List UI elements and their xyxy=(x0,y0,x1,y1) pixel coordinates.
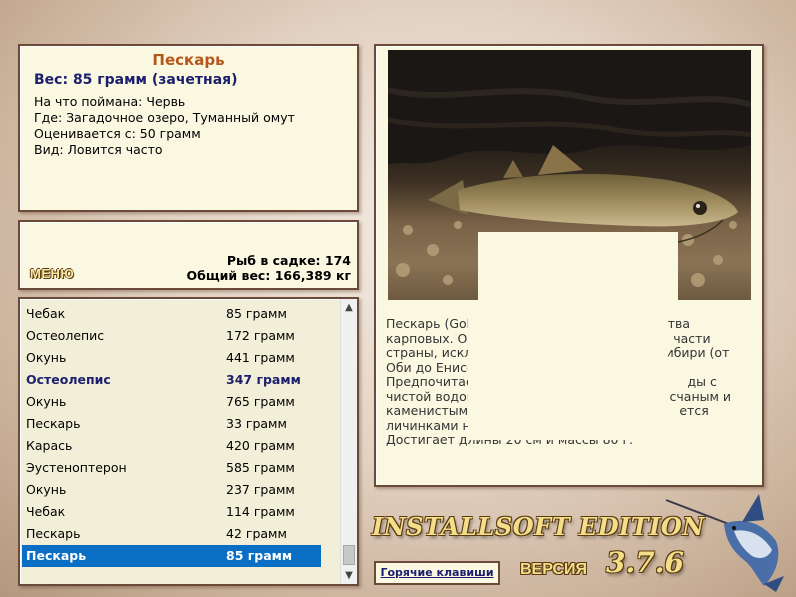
edition-logo-text: INSTALLSOFT EDITION xyxy=(372,512,705,541)
catch-rate-line: Вид: Ловится часто xyxy=(34,142,163,157)
catch-fish-name: Окунь xyxy=(26,350,67,365)
catch-list-item[interactable]: Пескарь 42 грамм xyxy=(22,523,321,545)
catch-fish-name: Пескарь xyxy=(26,526,81,541)
catch-fish-weight: 172 грамм xyxy=(226,328,295,343)
keepnet-summary-panel: МЕНЮ Рыб в садке: 174 Общий вес: 166,389… xyxy=(18,220,359,290)
catch-fish-name: Остеолепис xyxy=(26,372,111,387)
hotkeys-link[interactable]: Горячие клавиши xyxy=(374,561,500,585)
fish-photo xyxy=(388,50,751,300)
scroll-thumb[interactable] xyxy=(343,545,355,565)
catch-fish-name: Окунь xyxy=(26,394,67,409)
catch-fish-name: Окунь xyxy=(26,482,67,497)
catch-list-item[interactable]: Чебак 114 грамм xyxy=(22,501,321,523)
catch-list-item[interactable]: Чебак 85 грамм xyxy=(22,303,321,325)
catch-list-item[interactable]: Остеолепис 172 грамм xyxy=(22,325,321,347)
catch-fish-weight: 33 грамм xyxy=(226,416,287,431)
chevron-up-icon[interactable]: ▲ xyxy=(341,299,357,316)
marlin-icon xyxy=(665,494,784,592)
catch-list-scrollbar[interactable]: ▲ ▼ xyxy=(340,299,357,584)
location-line: Где: Загадочное озеро, Туманный омут xyxy=(34,110,295,125)
catch-fish-name: Чебак xyxy=(26,306,66,321)
catch-fish-name: Пескарь xyxy=(26,548,87,563)
catch-fish-weight: 585 грамм xyxy=(226,460,295,475)
catch-fish-weight: 42 грамм xyxy=(226,526,287,541)
catch-list[interactable]: Чебак 85 грамм Остеолепис 172 грамм Окунь 441… xyxy=(18,297,359,586)
catch-fish-name: Пескарь xyxy=(26,416,81,431)
catch-fish-weight: 85 грамм xyxy=(226,306,287,321)
catch-fish-weight: 420 грамм xyxy=(226,438,295,453)
bait-line: На что поймана: Червь xyxy=(34,94,186,109)
fish-detail-panel: Пескарь (Gobi ствакарповых. Обі частистр… xyxy=(374,44,764,487)
catch-list-item[interactable]: Пескарь 85 грамм xyxy=(22,545,321,567)
catch-fish-name: Остеолепис xyxy=(26,328,105,343)
fish-count: Рыб в садке: 174 xyxy=(226,253,351,268)
catch-fish-name: Карась xyxy=(26,438,73,453)
description-placeholder xyxy=(468,308,668,440)
catch-list-item[interactable]: Эустеноптерон 585 грамм xyxy=(22,457,321,479)
catch-fish-weight: 237 грамм xyxy=(226,482,295,497)
catch-fish-weight: 441 грамм xyxy=(226,350,295,365)
version-label: ВЕРСИЯ xyxy=(520,561,588,578)
catch-list-item[interactable]: Пескарь 33 грамм xyxy=(22,413,321,435)
fish-name: Пескарь xyxy=(152,51,225,69)
catch-list-item[interactable]: Окунь 237 грамм xyxy=(22,479,321,501)
catch-list-item[interactable]: Остеолепис 347 грамм xyxy=(22,369,321,391)
fish-weight: Вес: 85 грамм (зачетная) xyxy=(34,72,238,88)
chevron-down-icon[interactable]: ▼ xyxy=(341,567,357,584)
valued-from-line: Оценивается с: 50 грамм xyxy=(34,126,201,141)
catch-list-item[interactable]: Окунь 441 грамм xyxy=(22,347,321,369)
catch-list-item[interactable]: Окунь 765 грамм xyxy=(22,391,321,413)
catch-fish-name: Эустеноптерон xyxy=(26,460,127,475)
catch-list-item[interactable]: Карась 420 грамм xyxy=(22,435,321,457)
keepnet-stats: Рыб в садке: 174 Общий вес: 166,389 кг xyxy=(187,253,352,283)
catch-fish-name: Чебак xyxy=(26,504,66,519)
catch-fish-weight: 85 грамм xyxy=(226,548,293,563)
total-weight: Общий вес: 166,389 кг xyxy=(186,268,352,283)
menu-button[interactable]: МЕНЮ xyxy=(30,266,74,281)
photo-placeholder xyxy=(478,232,678,300)
fish-info-panel: Пескарь Вес: 85 грамм (зачетная) На что … xyxy=(18,44,359,212)
catch-fish-weight: 114 грамм xyxy=(226,504,295,519)
catch-fish-weight: 347 грамм xyxy=(226,372,301,387)
catch-fish-weight: 765 грамм xyxy=(226,394,295,409)
